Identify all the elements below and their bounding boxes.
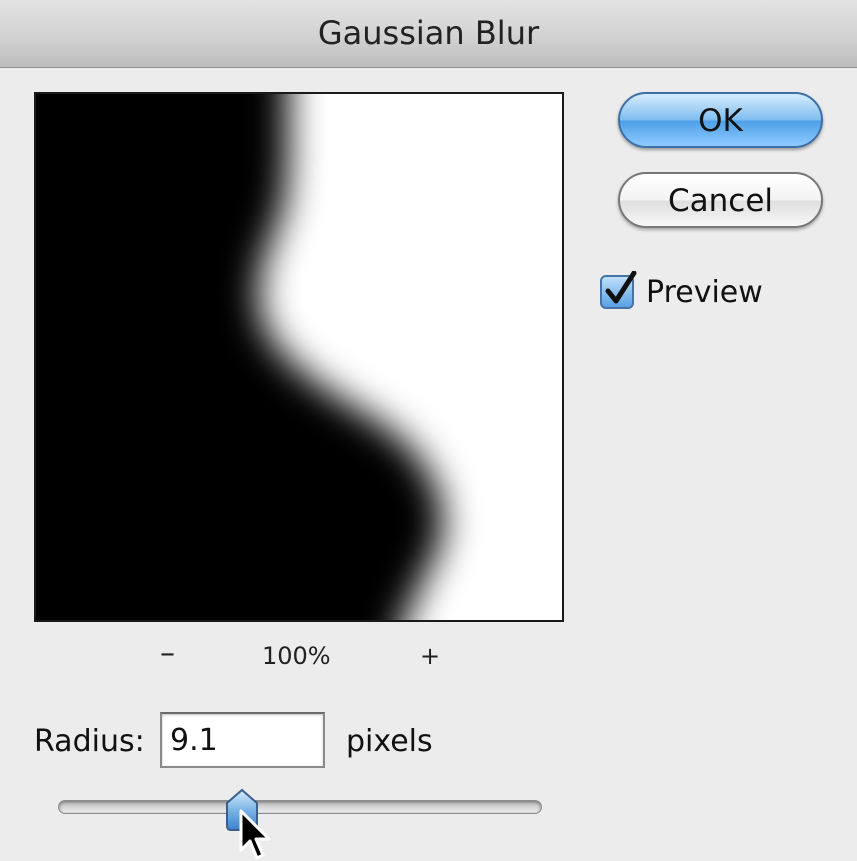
preview-label: Preview bbox=[646, 274, 763, 310]
radius-units: pixels bbox=[346, 724, 433, 759]
gaussian-blur-dialog: Gaussian Blur – 100% + OK Cancel Preview… bbox=[0, 0, 857, 861]
radius-label: Radius: bbox=[34, 724, 145, 759]
ok-button[interactable]: OK bbox=[618, 92, 823, 148]
checkmark-icon bbox=[605, 271, 637, 304]
title-bar: Gaussian Blur bbox=[0, 0, 857, 68]
preview-checkbox[interactable]: Preview bbox=[600, 271, 763, 312]
zoom-in-button[interactable]: + bbox=[420, 642, 440, 670]
preview-blur-graphic bbox=[36, 94, 562, 620]
cancel-button[interactable]: Cancel bbox=[618, 172, 823, 228]
zoom-level: 100% bbox=[262, 642, 331, 670]
radius-slider[interactable] bbox=[58, 800, 542, 814]
radius-input[interactable] bbox=[160, 712, 325, 768]
preview-image[interactable] bbox=[34, 92, 564, 622]
checkbox-box[interactable] bbox=[600, 271, 637, 309]
dialog-title: Gaussian Blur bbox=[317, 14, 540, 52]
zoom-out-button[interactable]: – bbox=[160, 636, 175, 671]
mouse-pointer-icon bbox=[238, 808, 274, 861]
